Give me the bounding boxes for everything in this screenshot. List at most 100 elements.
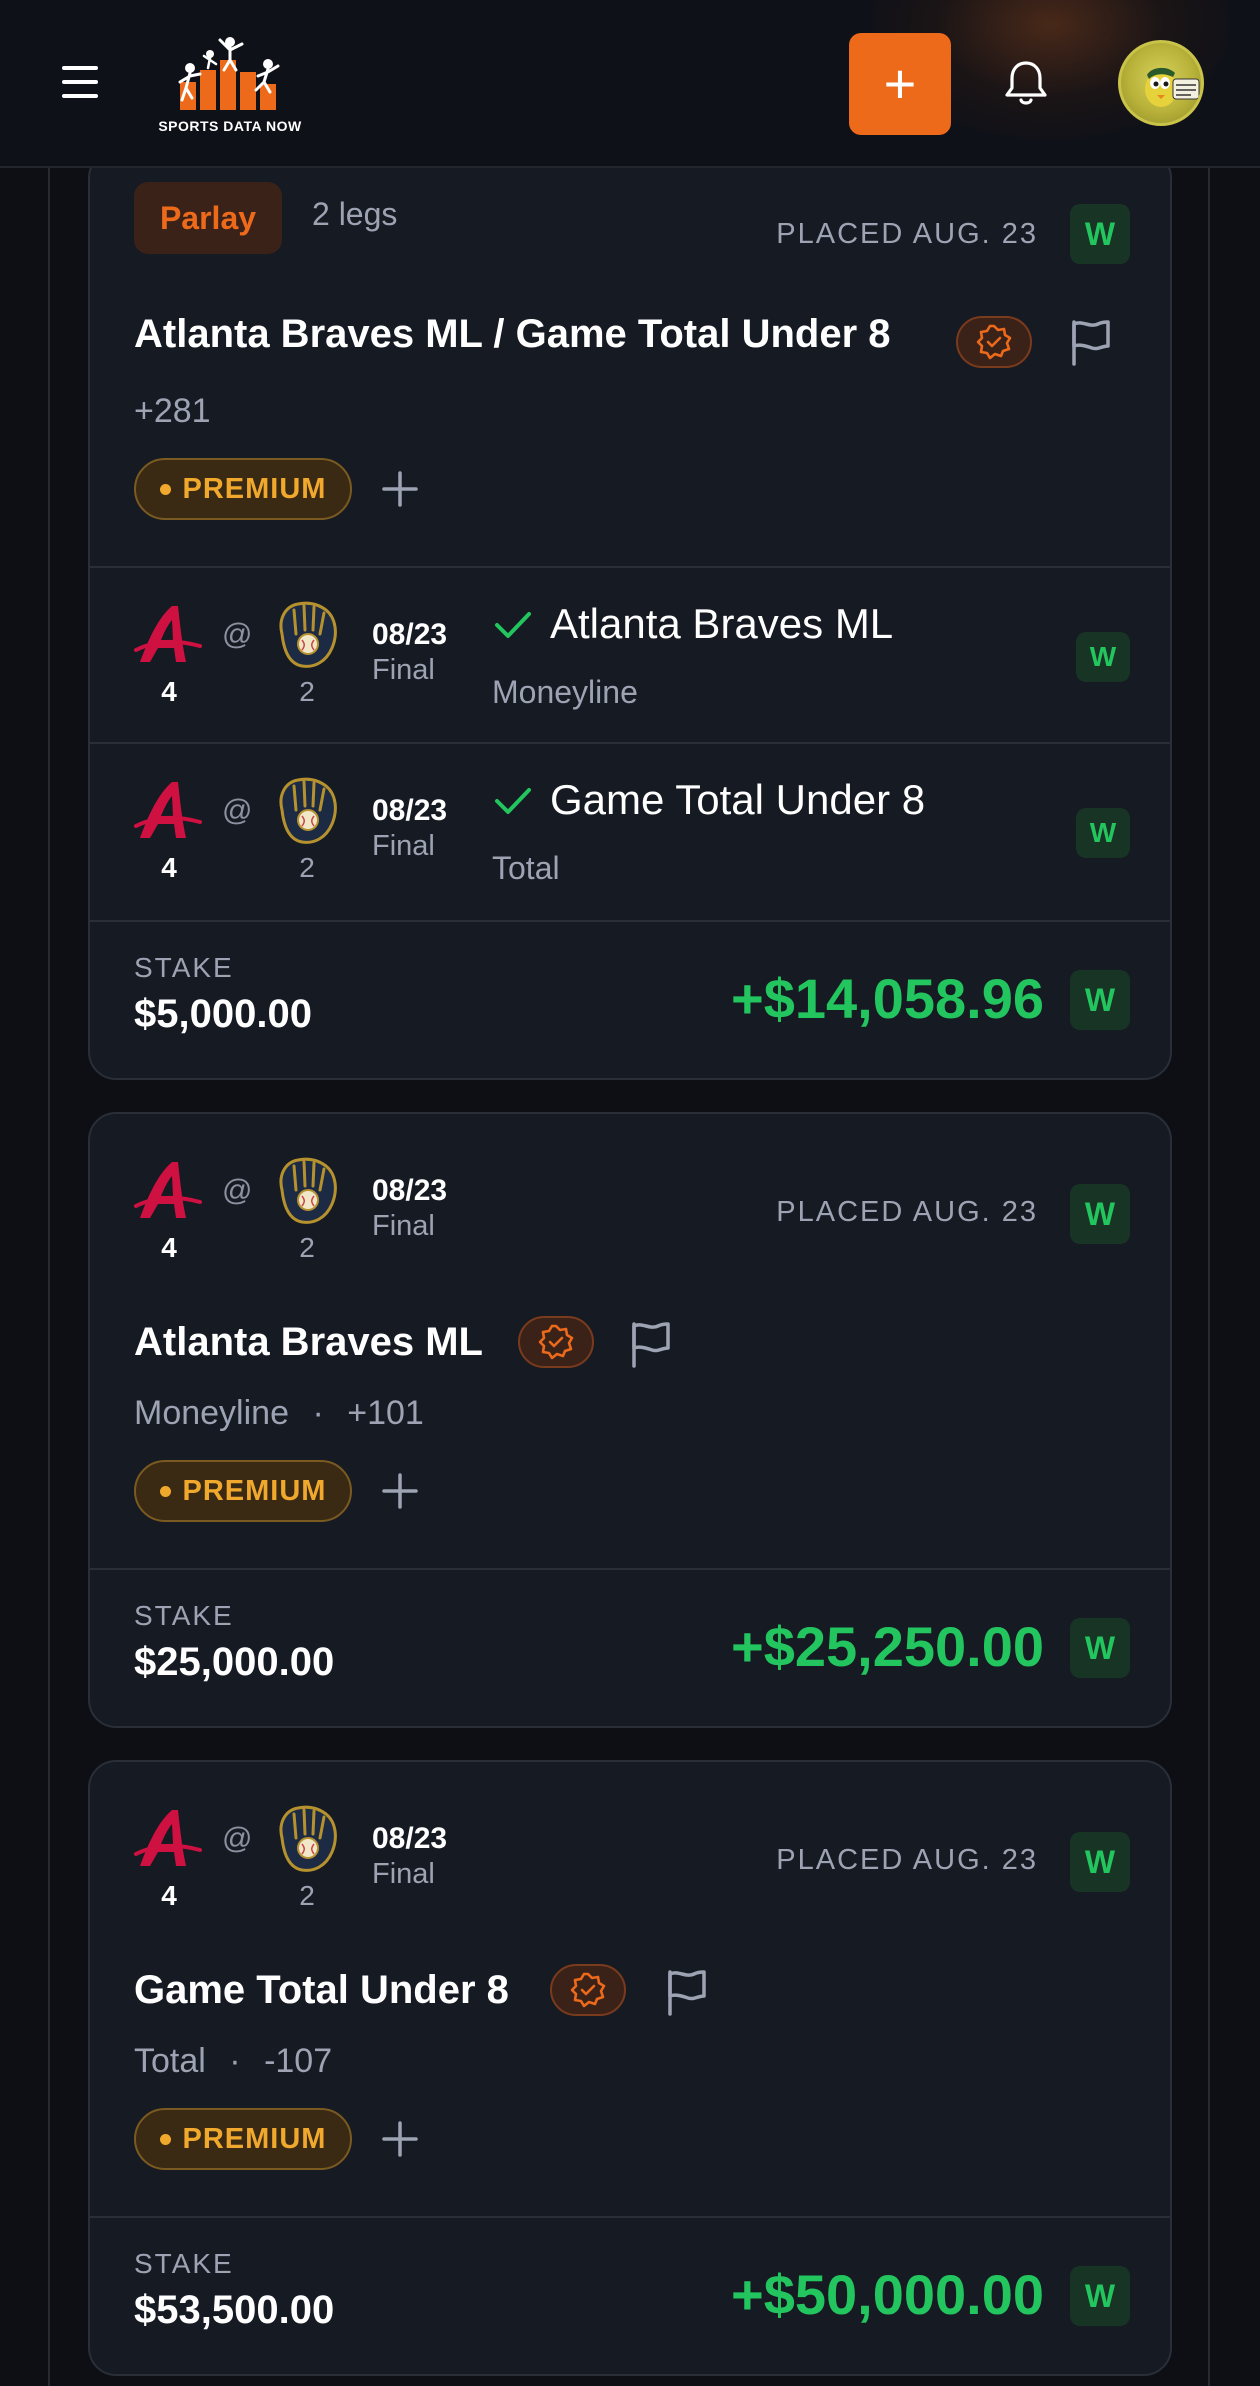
placed-date: PLACED AUG. 23: [776, 218, 1038, 250]
payout-amount: +$14,058.96: [731, 967, 1044, 1030]
placed-date: PLACED AUG. 23: [776, 1196, 1038, 1228]
game-date: 08/23: [372, 618, 448, 651]
away-score: 4: [161, 676, 177, 707]
stake-amount: $53,500.00: [134, 2288, 335, 2332]
divider: [90, 2216, 1170, 2218]
single-bet-card[interactable]: 4 @ 2 08/23 Final PLACED AUG. 23 W Atlan…: [88, 1112, 1172, 1728]
leg-pick: Game Total Under 8: [550, 776, 926, 823]
top-bar: SPORTS DATA NOW +: [0, 0, 1260, 168]
verified-badge-icon: [550, 1964, 626, 2016]
bet-market-line: Moneyline · +101: [134, 1394, 424, 1433]
hamburger-icon[interactable]: [62, 64, 102, 100]
game-date: 08/23: [372, 794, 448, 827]
at-symbol: @: [222, 618, 253, 651]
stake-label: STAKE: [134, 952, 234, 983]
at-symbol: @: [222, 1822, 253, 1855]
leg-market: Total: [492, 850, 560, 886]
payout-amount: +$50,000.00: [731, 2263, 1044, 2326]
home-score: 2: [299, 1232, 315, 1263]
single-bet-card[interactable]: 4 @ 2 08/23 Final PLACED AUG. 23 W Game …: [88, 1760, 1172, 2376]
home-score: 2: [299, 852, 315, 883]
away-score: 4: [161, 1232, 177, 1263]
atlanta-braves-logo: [134, 776, 204, 846]
flag-icon[interactable]: [628, 1320, 672, 1368]
bet-title[interactable]: Game Total Under 8: [134, 1968, 509, 2013]
premium-badge: PREMIUM: [134, 458, 352, 520]
plus-icon[interactable]: [380, 469, 420, 509]
stake-label: STAKE: [134, 1600, 234, 1631]
plus-icon[interactable]: [380, 1471, 420, 1511]
payout-amount: +$25,250.00: [731, 1615, 1044, 1678]
bet-market: Moneyline: [134, 1394, 289, 1432]
game-status: Final: [372, 830, 435, 862]
bet-odds: -107: [264, 2042, 333, 2080]
avatar-image: [1145, 67, 1200, 107]
flag-icon[interactable]: [664, 1968, 708, 2016]
home-score: 2: [299, 1880, 315, 1911]
result-badge: W: [1070, 1184, 1130, 1244]
logo-graphic: [178, 37, 280, 110]
leg-result-badge: W: [1076, 632, 1130, 682]
right-rail: [1208, 168, 1210, 2386]
bet-market: Total: [134, 2042, 206, 2080]
stake-amount: $5,000.00: [134, 992, 312, 1036]
premium-dot: [159, 1485, 171, 1497]
bet-odds: +101: [347, 1394, 424, 1432]
premium-badge: PREMIUM: [134, 2108, 352, 2170]
away-score: 4: [161, 1880, 177, 1911]
check-icon: [494, 786, 532, 816]
result-badge: W: [1070, 1832, 1130, 1892]
divider: [90, 742, 1170, 744]
stake-label: STAKE: [134, 2248, 234, 2279]
premium-label: PREMIUM: [182, 472, 327, 505]
milwaukee-brewers-logo: [274, 776, 340, 846]
plus-icon[interactable]: [380, 2119, 420, 2159]
divider: [90, 1568, 1170, 1570]
legs-count: 2 legs: [312, 196, 398, 232]
milwaukee-brewers-logo: [274, 1804, 340, 1874]
game-status: Final: [372, 1858, 435, 1890]
atlanta-braves-logo: [134, 1804, 204, 1874]
game-status: Final: [372, 654, 435, 686]
check-icon: [494, 610, 532, 640]
app-logo[interactable]: SPORTS DATA NOW: [150, 30, 310, 140]
at-symbol: @: [222, 794, 253, 827]
premium-badge: PREMIUM: [134, 1460, 352, 1522]
bell-icon[interactable]: [1000, 57, 1052, 109]
away-score: 4: [161, 852, 177, 883]
bets-page: SPORTS DATA NOW + Parlay 2 legs PLACED A…: [0, 0, 1260, 2386]
bet-title[interactable]: Atlanta Braves ML / Game Total Under 8: [134, 312, 891, 357]
game-date: 08/23: [372, 1822, 448, 1855]
bet-odds: +281: [134, 392, 211, 430]
leg-market: Moneyline: [492, 674, 638, 710]
parlay-bet-card[interactable]: Parlay 2 legs PLACED AUG. 23 W Atlanta B…: [88, 150, 1172, 1080]
payout-result-badge: W: [1070, 1618, 1130, 1678]
payout-result-badge: W: [1070, 970, 1130, 1030]
bet-title[interactable]: Atlanta Braves ML: [134, 1320, 483, 1365]
result-badge: W: [1070, 204, 1130, 264]
placed-date: PLACED AUG. 23: [776, 1844, 1038, 1876]
atlanta-braves-logo: [134, 600, 204, 670]
parlay-badge: Parlay: [134, 182, 282, 254]
separator: ·: [312, 1394, 324, 1432]
premium-dot: [159, 2133, 171, 2145]
verified-badge-icon: [956, 316, 1032, 368]
milwaukee-brewers-logo: [274, 600, 340, 670]
add-bet-button[interactable]: +: [849, 33, 951, 135]
left-rail: [48, 168, 50, 2386]
separator: ·: [229, 2042, 241, 2080]
verified-badge-icon: [518, 1316, 594, 1368]
payout-result-badge: W: [1070, 2266, 1130, 2326]
atlanta-braves-logo: [134, 1156, 204, 1226]
flag-icon[interactable]: [1068, 318, 1112, 366]
bet-market-line: Total · -107: [134, 2042, 332, 2081]
premium-label: PREMIUM: [182, 2122, 327, 2155]
divider: [90, 920, 1170, 922]
logo-text: SPORTS DATA NOW: [158, 118, 302, 134]
milwaukee-brewers-logo: [274, 1156, 340, 1226]
game-date: 08/23: [372, 1174, 448, 1207]
home-score: 2: [299, 676, 315, 707]
leg-pick: Atlanta Braves ML: [550, 600, 894, 647]
user-avatar[interactable]: [1118, 40, 1204, 126]
premium-label: PREMIUM: [182, 1474, 327, 1507]
